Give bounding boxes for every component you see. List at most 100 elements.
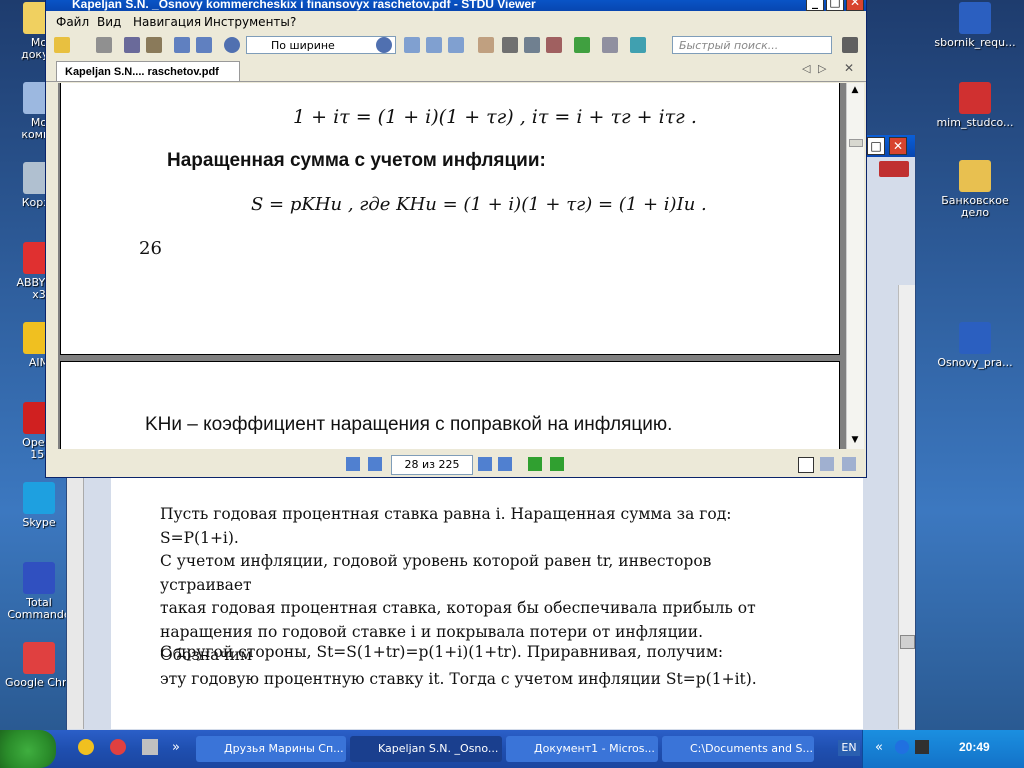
open-folder-icon[interactable]: [54, 37, 70, 53]
snapshot-icon[interactable]: [524, 37, 540, 53]
select-text-icon[interactable]: [502, 37, 518, 53]
desktop-icon-label: sbornik_requ...: [934, 36, 1016, 49]
copy-icon[interactable]: [174, 37, 190, 53]
viewer-close-button[interactable]: ✕: [846, 0, 864, 11]
document-tab[interactable]: Kapeljan S.N.... raschetov.pdf: [56, 61, 240, 81]
vertical-ruler: [67, 465, 84, 729]
viewer-vertical-scrollbar[interactable]: ▲ ▼: [846, 83, 864, 449]
zoom-out-icon[interactable]: [224, 37, 240, 53]
print-icon[interactable]: [96, 37, 112, 53]
image-export-icon[interactable]: [124, 37, 140, 53]
quicklaunch-more-icon[interactable]: »: [172, 740, 180, 755]
bookmark-icon[interactable]: [546, 37, 562, 53]
pdf-page-26: 1 + iτ = (1 + i)(1 + τг) , iτ = i + τг +…: [60, 83, 840, 355]
formula-2: S = pKНи , где KНи = (1 + i)(1 + τг) = (…: [251, 194, 707, 215]
menu-file[interactable]: Файл: [56, 15, 89, 29]
viewer-maximize-button[interactable]: □: [826, 0, 844, 11]
prev-page-icon[interactable]: [368, 457, 382, 471]
coefficient-definition: KНи – коэффициент наращения с поправкой …: [145, 414, 673, 435]
tab-next-icon[interactable]: ▷: [818, 62, 826, 75]
document-view[interactable]: 1 + iτ = (1 + i)(1 + τг) , iτ = i + τг +…: [58, 83, 846, 449]
desktop-icon-label: Osnovy_pra...: [937, 356, 1013, 369]
quicklaunch-icon[interactable]: [142, 739, 158, 755]
tab-bar: Kapeljan S.N.... raschetov.pdf ◁ ▷ ✕: [46, 59, 866, 82]
section-heading: Наращенная сумма с учетом инфляции:: [167, 150, 546, 171]
page-number: 26: [139, 238, 162, 259]
desktop-icon[interactable]: mim_studco...: [930, 82, 1020, 129]
word-vertical-scrollbar[interactable]: [898, 285, 915, 729]
quick-search-input[interactable]: Быстрый поиск...: [672, 36, 832, 54]
word-paragraph-2: С другой стороны, St=S(1+tr)=p(1+i)(1+tr…: [160, 643, 724, 661]
chrome-quicklaunch-icon[interactable]: [110, 739, 126, 755]
task-chrome[interactable]: Друзья Марины Сп...: [196, 736, 346, 762]
single-page-view-icon[interactable]: [798, 457, 814, 473]
scroll-down-icon[interactable]: ▼: [847, 435, 863, 445]
rotate-icon[interactable]: [574, 37, 590, 53]
two-page-view-icon[interactable]: [820, 457, 834, 471]
desktop-icon[interactable]: Osnovy_pra...: [930, 322, 1020, 369]
select-icon[interactable]: [196, 37, 212, 53]
first-page-icon[interactable]: [346, 457, 360, 471]
desktop-file-icon: [959, 322, 991, 354]
zoom-select[interactable]: По ширине ▾: [246, 36, 396, 54]
viewer-title-bar: Kapeljan S.N. _Osnovy kommercheskix i fi…: [46, 0, 866, 11]
viewer-minimize-button[interactable]: _: [806, 0, 824, 11]
task-stdu-viewer[interactable]: Kapeljan S.N. _Osno...: [350, 736, 502, 762]
continuous-view-icon[interactable]: [842, 457, 856, 471]
tab-close-icon[interactable]: ✕: [844, 61, 854, 75]
settings-icon[interactable]: [630, 37, 646, 53]
word-scroll-thumb[interactable]: [900, 635, 915, 649]
system-tray: « 20:49: [862, 730, 1024, 768]
formula-1: 1 + iτ = (1 + i)(1 + τг) , iτ = i + τг +…: [293, 106, 697, 128]
hand-tool-icon[interactable]: [478, 37, 494, 53]
desktop-icon-label: Банковское дело: [941, 194, 1009, 219]
aim-quicklaunch-icon[interactable]: [78, 739, 94, 755]
fit-width-icon[interactable]: [426, 37, 442, 53]
word-text-line: эту годовую процентную ставку it. Тогда …: [160, 669, 757, 688]
back-icon[interactable]: [528, 457, 542, 471]
word-icon: [879, 161, 909, 177]
stdu-viewer-window: Kapeljan S.N. _Osnovy kommercheskix i fi…: [45, 0, 867, 478]
desktop-app-icon: [23, 482, 55, 514]
zoom-value: По ширине: [271, 39, 335, 52]
menu-bar: Файл Вид Навигация Инструменты ?: [46, 11, 866, 33]
desktop-file-icon: [959, 2, 991, 34]
desktop-file-icon: [959, 82, 991, 114]
text-export-icon[interactable]: [146, 37, 162, 53]
language-indicator[interactable]: EN: [838, 740, 860, 756]
fit-page-icon[interactable]: [404, 37, 420, 53]
desktop-file-icon: [959, 160, 991, 192]
pages-icon[interactable]: [602, 37, 618, 53]
scroll-up-icon[interactable]: ▲: [847, 85, 863, 95]
task-explorer[interactable]: C:\Documents and S...: [662, 736, 814, 762]
word-text-line: такая годовая процентная ставка, которая…: [160, 599, 756, 617]
desktop-icon[interactable]: Банковское дело: [930, 160, 1020, 219]
info-icon[interactable]: [895, 740, 909, 754]
network-icon[interactable]: [915, 740, 929, 754]
desktop-icon[interactable]: sbornik_requ...: [930, 2, 1020, 49]
start-button[interactable]: [0, 730, 56, 768]
pdf-page-27: KНи – коэффициент наращения с поправкой …: [60, 361, 840, 449]
menu-view[interactable]: Вид: [97, 15, 121, 29]
desktop-app-icon: [23, 642, 55, 674]
word-text-line: С учетом инфляции, годовой уровень котор…: [160, 552, 712, 594]
fit-height-icon[interactable]: [448, 37, 464, 53]
last-page-icon[interactable]: [498, 457, 512, 471]
task-word[interactable]: Документ1 - Micros...: [506, 736, 658, 762]
tab-prev-icon[interactable]: ◁: [802, 62, 810, 75]
word-maximize-button[interactable]: □: [867, 137, 885, 155]
zoom-in-icon[interactable]: [376, 37, 392, 53]
word-close-button[interactable]: ✕: [889, 137, 907, 155]
page-number-input[interactable]: 28 из 225: [391, 455, 473, 475]
desktop-icon-label: mim_studco...: [936, 116, 1014, 129]
menu-tools[interactable]: Инструменты: [204, 15, 290, 29]
next-page-icon[interactable]: [478, 457, 492, 471]
word-text-line: Пусть годовая процентная ставка равна i.…: [160, 505, 732, 547]
menu-navigation[interactable]: Навигация: [133, 15, 201, 29]
binoculars-icon[interactable]: [842, 37, 858, 53]
forward-icon[interactable]: [550, 457, 564, 471]
viewer-scroll-thumb[interactable]: [849, 139, 863, 147]
tray-expand-icon[interactable]: «: [875, 740, 883, 755]
menu-help[interactable]: ?: [290, 15, 296, 29]
clock: 20:49: [959, 740, 990, 754]
